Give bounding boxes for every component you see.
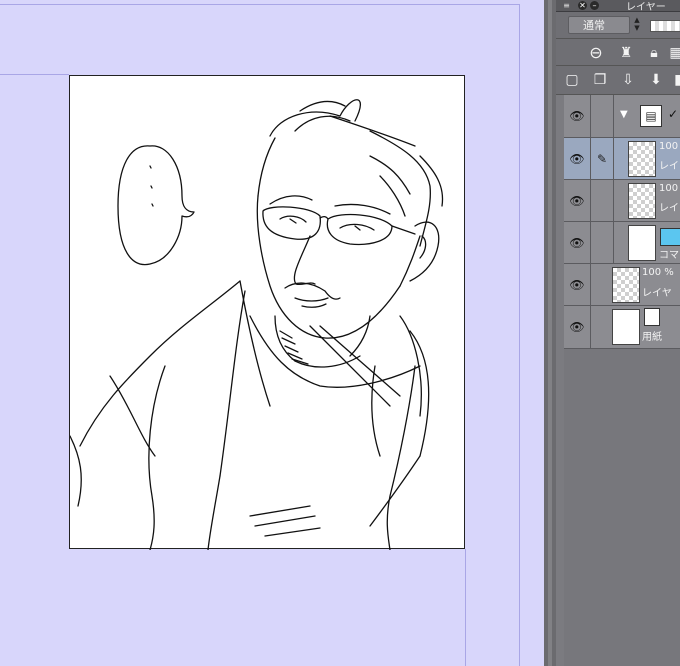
layer-row-folder[interactable]: 👁︎ ▼ ▤ ✓ — [564, 95, 680, 138]
eye-icon[interactable]: 👁︎ — [564, 138, 591, 179]
new-folder-icon[interactable]: ❐ — [590, 70, 610, 90]
opacity-slider[interactable] — [650, 20, 680, 32]
frame-thumbnail — [628, 225, 656, 261]
folder-icon: ▤ — [640, 105, 662, 127]
layer-row-3[interactable]: 👁︎ 100 % レイヤ — [564, 264, 680, 306]
layer-name: コマ — [659, 250, 679, 261]
layer-mask-icon[interactable]: ⊖ — [586, 43, 606, 63]
layer-name: レイ — [659, 203, 679, 214]
checkmark-icon: ✓ — [668, 107, 679, 121]
layer-tool-row: ▢ ❐ ⇩ ⬇ ▮ — [556, 66, 680, 95]
blend-mode-row: 通常 ▲ ▼ — [556, 12, 680, 39]
panel-splitter[interactable] — [544, 0, 556, 666]
guide-line-right — [519, 4, 520, 666]
canvas-area[interactable] — [0, 0, 544, 666]
pen-icon[interactable]: ✎ — [591, 138, 614, 179]
eye-icon[interactable]: 👁︎ — [564, 95, 591, 137]
more-icon[interactable]: ▮ — [668, 70, 680, 90]
layer-name: レイ — [659, 161, 679, 172]
reference-layer-icon[interactable]: ♜ — [616, 43, 636, 63]
edit-cell[interactable] — [591, 222, 614, 263]
eye-icon[interactable]: 👁︎ — [564, 222, 591, 263]
layer-property-row: ⊖ ♜ 🔒︎ ▦ — [556, 39, 680, 66]
expand-arrow-icon[interactable]: ▼ — [620, 109, 628, 120]
blend-mode-stepper[interactable]: ▲ ▼ — [632, 16, 642, 34]
eye-icon[interactable]: 👁︎ — [564, 180, 591, 221]
paper-icon — [644, 308, 660, 326]
new-layer-icon[interactable]: ▢ — [562, 70, 582, 90]
layer-thumbnail — [612, 267, 640, 303]
edit-cell[interactable] — [591, 180, 614, 221]
layer-opacity: 100 — [659, 141, 679, 152]
layer-list-empty-area[interactable] — [564, 349, 680, 666]
layer-opacity: 100 % — [642, 267, 674, 278]
eye-icon[interactable]: 👁︎ — [564, 306, 591, 348]
splitter-handle[interactable] — [548, 0, 552, 666]
minimize-icon[interactable]: – — [590, 1, 599, 10]
panel-titlebar[interactable]: ≡ ✕ – レイヤー — [556, 0, 680, 13]
guide-line-top — [0, 4, 520, 5]
drawing-canvas[interactable] — [69, 75, 465, 550]
layer-thumbnail — [628, 141, 656, 177]
layer-list: 👁︎ ▼ ▤ ✓ 👁︎ ✎ 100 レイ 👁︎ 100 レイ 👁︎ コマ 👁︎ … — [556, 95, 680, 666]
layer-row-frame[interactable]: 👁︎ コマ — [564, 222, 680, 264]
frame-color-swatch — [660, 228, 680, 246]
close-icon[interactable]: ✕ — [578, 1, 587, 10]
edit-cell[interactable] — [591, 95, 614, 137]
panel-menu-icon[interactable]: ≡ — [562, 1, 571, 10]
layer-thumbnail — [628, 183, 656, 219]
layer-row-paper[interactable]: 👁︎ 用紙 — [564, 306, 680, 349]
layer-opacity: 100 — [659, 183, 679, 194]
layer-panel: ≡ ✕ – レイヤー 通常 ▲ ▼ ⊖ ♜ 🔒︎ ▦ ▢ ❐ ⇩ ⬇ ▮ 👁︎ ▼… — [556, 0, 680, 666]
guide-line-inner-top — [0, 74, 69, 75]
lock-icon[interactable]: 🔒︎ — [644, 43, 664, 63]
transfer-down-icon[interactable]: ⇩ — [618, 70, 638, 90]
layer-name: 用紙 — [642, 332, 662, 343]
layer-name: レイヤ — [642, 288, 672, 299]
layer-row-2[interactable]: 👁︎ 100 レイ — [564, 180, 680, 222]
merge-down-icon[interactable]: ⬇ — [646, 70, 666, 90]
blend-mode-select[interactable]: 通常 — [568, 16, 630, 34]
lock-alpha-icon[interactable]: ▦ — [666, 43, 680, 63]
eye-icon[interactable]: 👁︎ — [564, 264, 591, 305]
layer-row-1[interactable]: 👁︎ ✎ 100 レイ — [564, 138, 680, 180]
sketch-drawing — [70, 99, 444, 550]
guide-line-inner-right — [465, 549, 466, 666]
paper-thumbnail — [612, 309, 640, 345]
